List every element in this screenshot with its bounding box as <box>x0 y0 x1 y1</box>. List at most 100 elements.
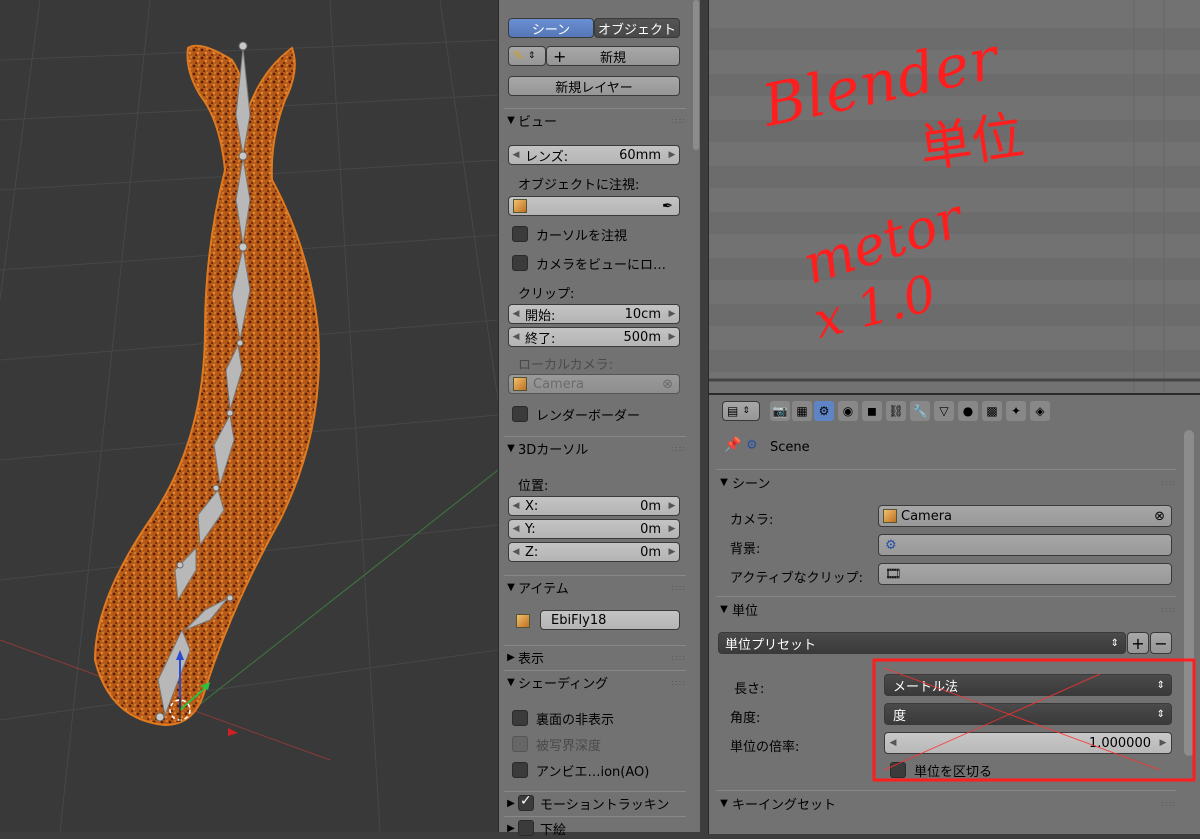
material-tab-icon[interactable]: ● <box>958 401 978 421</box>
cursor-x-field[interactable]: ◀ X: 0m ▶ <box>508 496 680 516</box>
x-arrow-icon[interactable] <box>228 728 238 736</box>
right-arrow-icon[interactable]: ▶ <box>1155 738 1171 748</box>
pin-icon[interactable]: 📌 <box>724 437 741 453</box>
grip-icon[interactable]: :::: <box>671 583 686 592</box>
right-arrow-icon[interactable]: ▶ <box>665 501 679 511</box>
object-tab-icon[interactable]: ◼ <box>862 401 882 421</box>
graph-editor-area[interactable]: Blender 単位 metor x 1.0 <box>708 0 1200 393</box>
rotation-unit-menu[interactable]: 度 ⇕ <box>884 703 1172 725</box>
grip-icon[interactable]: :::: <box>1161 799 1176 808</box>
units-panel-title: 単位 <box>732 603 759 619</box>
lock-cursor-checkbox[interactable] <box>512 226 528 242</box>
modifiers-tab-icon[interactable]: 🔧 <box>910 401 930 421</box>
grip-icon[interactable]: :::: <box>1161 478 1176 487</box>
grip-icon[interactable]: :::: <box>671 444 686 453</box>
left-arrow-icon[interactable]: ◀ <box>509 547 523 557</box>
local-camera-label: ローカルカメラ: <box>518 358 613 373</box>
up-down-icon: ⇕ <box>742 406 750 416</box>
object-data-tab-icon[interactable]: ▽ <box>934 401 954 421</box>
camera-field[interactable]: Camera ⊗ <box>878 505 1172 527</box>
motion-tracking-panel-header[interactable]: ▶ モーショントラッキン <box>504 791 686 814</box>
constraints-tab-icon[interactable]: ⛓ <box>886 401 906 421</box>
clear-x-icon: ⊗ <box>662 376 673 392</box>
right-arrow-icon[interactable]: ▶ <box>665 150 679 160</box>
texture-tab-icon[interactable]: ▩ <box>982 401 1002 421</box>
item-name-field[interactable]: EbiFly18 <box>540 610 680 630</box>
left-arrow-icon[interactable]: ◀ <box>509 150 523 160</box>
cursor-z-field[interactable]: ◀ Z: 0m ▶ <box>508 542 680 562</box>
grip-icon[interactable]: :::: <box>671 116 686 125</box>
remove-preset-button[interactable]: − <box>1150 632 1172 654</box>
render-layers-tab-icon[interactable]: ▦ <box>792 401 812 421</box>
npanel-scrollbar[interactable] <box>692 0 700 832</box>
npanel-scrollbar-thumb[interactable] <box>693 0 699 150</box>
unit-preset-menu[interactable]: 単位プリセット ⇕ <box>718 632 1126 654</box>
3d-cursor-panel-header[interactable]: ▼ 3Dカーソル:::: <box>504 436 686 459</box>
tab-scene[interactable]: シーン <box>508 18 594 38</box>
ebifly-mesh[interactable] <box>93 44 320 727</box>
lock-object-field[interactable]: ✒ <box>508 196 680 216</box>
shading-panel-header[interactable]: ▼ シェーディング:::: <box>504 670 686 693</box>
scene-tab-icon[interactable]: ⚙ <box>814 401 834 421</box>
area-divider[interactable] <box>700 0 708 832</box>
right-arrow-icon[interactable]: ▶ <box>665 547 679 557</box>
eyedropper-icon[interactable]: ✒ <box>662 199 679 214</box>
render-tab-icon[interactable]: 📷 <box>770 401 790 421</box>
backface-culling-checkbox[interactable] <box>512 710 528 726</box>
cursor-y-field[interactable]: ◀ Y: 0m ▶ <box>508 519 680 539</box>
cursor-z-label: Z: <box>525 544 539 560</box>
tab-object[interactable]: オブジェクト <box>594 18 680 38</box>
clip-end-field[interactable]: ◀ 終了: 500m ▶ <box>508 327 680 347</box>
new-grease-pencil-button[interactable]: + 新規 <box>546 46 680 66</box>
editor-type-selector[interactable]: ▤ ⇕ <box>722 401 760 421</box>
physics-tab-icon[interactable]: ◈ <box>1030 401 1050 421</box>
scene-panel-header[interactable]: ▼ シーン:::: <box>716 469 1176 494</box>
grip-icon[interactable]: :::: <box>1161 605 1176 614</box>
clear-x-icon[interactable]: ⊗ <box>1154 509 1171 524</box>
motion-tracking-title: モーショントラッキン <box>540 797 670 813</box>
left-arrow-icon[interactable]: ◀ <box>509 501 523 511</box>
lock-camera-label: カメラをビューにロ… <box>536 258 667 273</box>
unit-scale-field[interactable]: ◀ 1.000000 ▶ <box>884 732 1172 754</box>
clip-start-field[interactable]: ◀ 開始: 10cm ▶ <box>508 304 680 324</box>
3d-viewport[interactable] <box>0 0 498 832</box>
left-arrow-icon[interactable]: ◀ <box>509 309 523 319</box>
display-panel-header[interactable]: ▶ 表示:::: <box>504 645 686 668</box>
properties-scrollbar[interactable] <box>1184 430 1194 756</box>
collapse-triangle-icon: ▼ <box>507 581 515 593</box>
background-scene-field[interactable]: ⚙ <box>878 534 1172 556</box>
new-layer-button[interactable]: 新規レイヤー <box>508 76 680 96</box>
keying-sets-panel-header[interactable]: ▼ キーイングセット:::: <box>716 790 1176 815</box>
ao-checkbox[interactable] <box>512 762 528 778</box>
particles-tab-icon[interactable]: ✦ <box>1006 401 1026 421</box>
active-clip-field[interactable]: 🎞 <box>878 563 1172 585</box>
view-panel-title: ビュー <box>518 114 558 130</box>
add-preset-button[interactable]: + <box>1127 632 1149 654</box>
background-images-checkbox[interactable] <box>518 820 534 836</box>
lock-camera-checkbox[interactable] <box>512 255 528 271</box>
units-panel-header[interactable]: ▼ 単位:::: <box>716 596 1176 621</box>
right-arrow-icon[interactable]: ▶ <box>665 332 679 342</box>
length-unit-menu[interactable]: メートル法 ⇕ <box>884 674 1172 696</box>
separate-units-checkbox[interactable] <box>890 762 906 778</box>
unit-preset-label: 単位プリセット <box>725 637 817 653</box>
right-arrow-icon[interactable]: ▶ <box>665 524 679 534</box>
background-images-panel-header[interactable]: ▶ 下絵 <box>504 816 686 839</box>
annotation-unit: 単位 <box>916 106 1028 180</box>
item-panel-header[interactable]: ▼ アイテム:::: <box>504 575 686 598</box>
grease-pencil-selector[interactable]: ✎ ⇕ <box>508 46 546 66</box>
left-arrow-icon[interactable]: ◀ <box>885 738 901 748</box>
right-arrow-icon[interactable]: ▶ <box>665 309 679 319</box>
lock-object-label: オブジェクトに注視: <box>518 178 640 193</box>
cursor-location-label: 位置: <box>518 479 549 494</box>
keying-sets-panel-title: キーイングセット <box>732 797 837 813</box>
world-tab-icon[interactable]: ◉ <box>838 401 858 421</box>
view-panel-header[interactable]: ▼ ビュー:::: <box>504 108 686 131</box>
lens-field[interactable]: ◀ レンズ: 60mm ▶ <box>508 145 680 165</box>
left-arrow-icon[interactable]: ◀ <box>509 332 523 342</box>
left-arrow-icon[interactable]: ◀ <box>509 524 523 534</box>
grip-icon[interactable]: :::: <box>671 678 686 687</box>
render-border-checkbox[interactable] <box>512 406 528 422</box>
motion-tracking-checkbox[interactable] <box>518 793 534 811</box>
grip-icon[interactable]: :::: <box>671 653 686 662</box>
